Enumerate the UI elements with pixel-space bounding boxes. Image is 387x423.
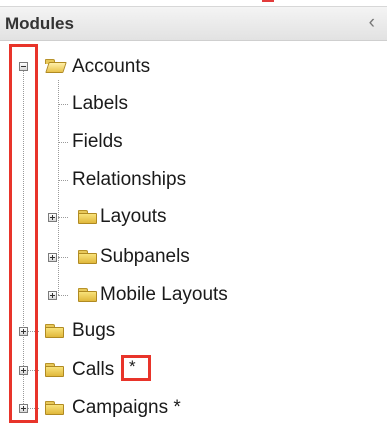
modules-panel: Modules ‹ Accounts Labels Fields Relatio… [0,0,387,423]
folder-icon [78,210,97,224]
expand-toggle-icon[interactable] [48,291,57,300]
folder-icon [78,288,97,302]
tree-node-label[interactable]: Mobile Layouts [100,284,228,306]
top-accent-mark [262,0,274,2]
folder-icon [45,401,64,415]
tree-node-label[interactable]: Bugs [72,320,115,342]
tree-branch-mobile-layouts [58,295,68,296]
tree-accounts-line [58,80,59,295]
expand-toggle-icon[interactable] [48,213,57,222]
folder-open-icon [45,59,67,73]
tree-node-label[interactable]: Subpanels [100,246,190,268]
folder-icon [45,363,64,377]
highlight-asterisk [121,355,151,381]
modules-title: Modules [5,14,74,33]
collapse-left-icon[interactable]: ‹ [369,12,375,34]
tree-node-labels[interactable]: Labels [72,93,128,115]
tree-node-relationships[interactable]: Relationships [72,169,186,191]
tree-branch-relationships [58,180,68,181]
tree-branch-layouts [58,217,68,218]
tree-node-label[interactable]: Accounts [72,56,150,78]
folder-icon [45,324,64,338]
highlight-toggle-column [9,44,38,423]
tree-node-label[interactable]: Layouts [100,206,167,228]
tree-branch-fields [58,142,68,143]
tree-node-label[interactable]: Calls [72,359,114,381]
modules-header: Modules ‹ [0,6,387,41]
folder-icon [78,250,97,264]
tree-node-fields[interactable]: Fields [72,131,123,153]
tree-branch-labels [58,104,68,105]
tree-branch-subpanels [58,257,68,258]
expand-toggle-icon[interactable] [48,253,57,262]
tree-node-label[interactable]: Campaigns * [72,397,181,419]
